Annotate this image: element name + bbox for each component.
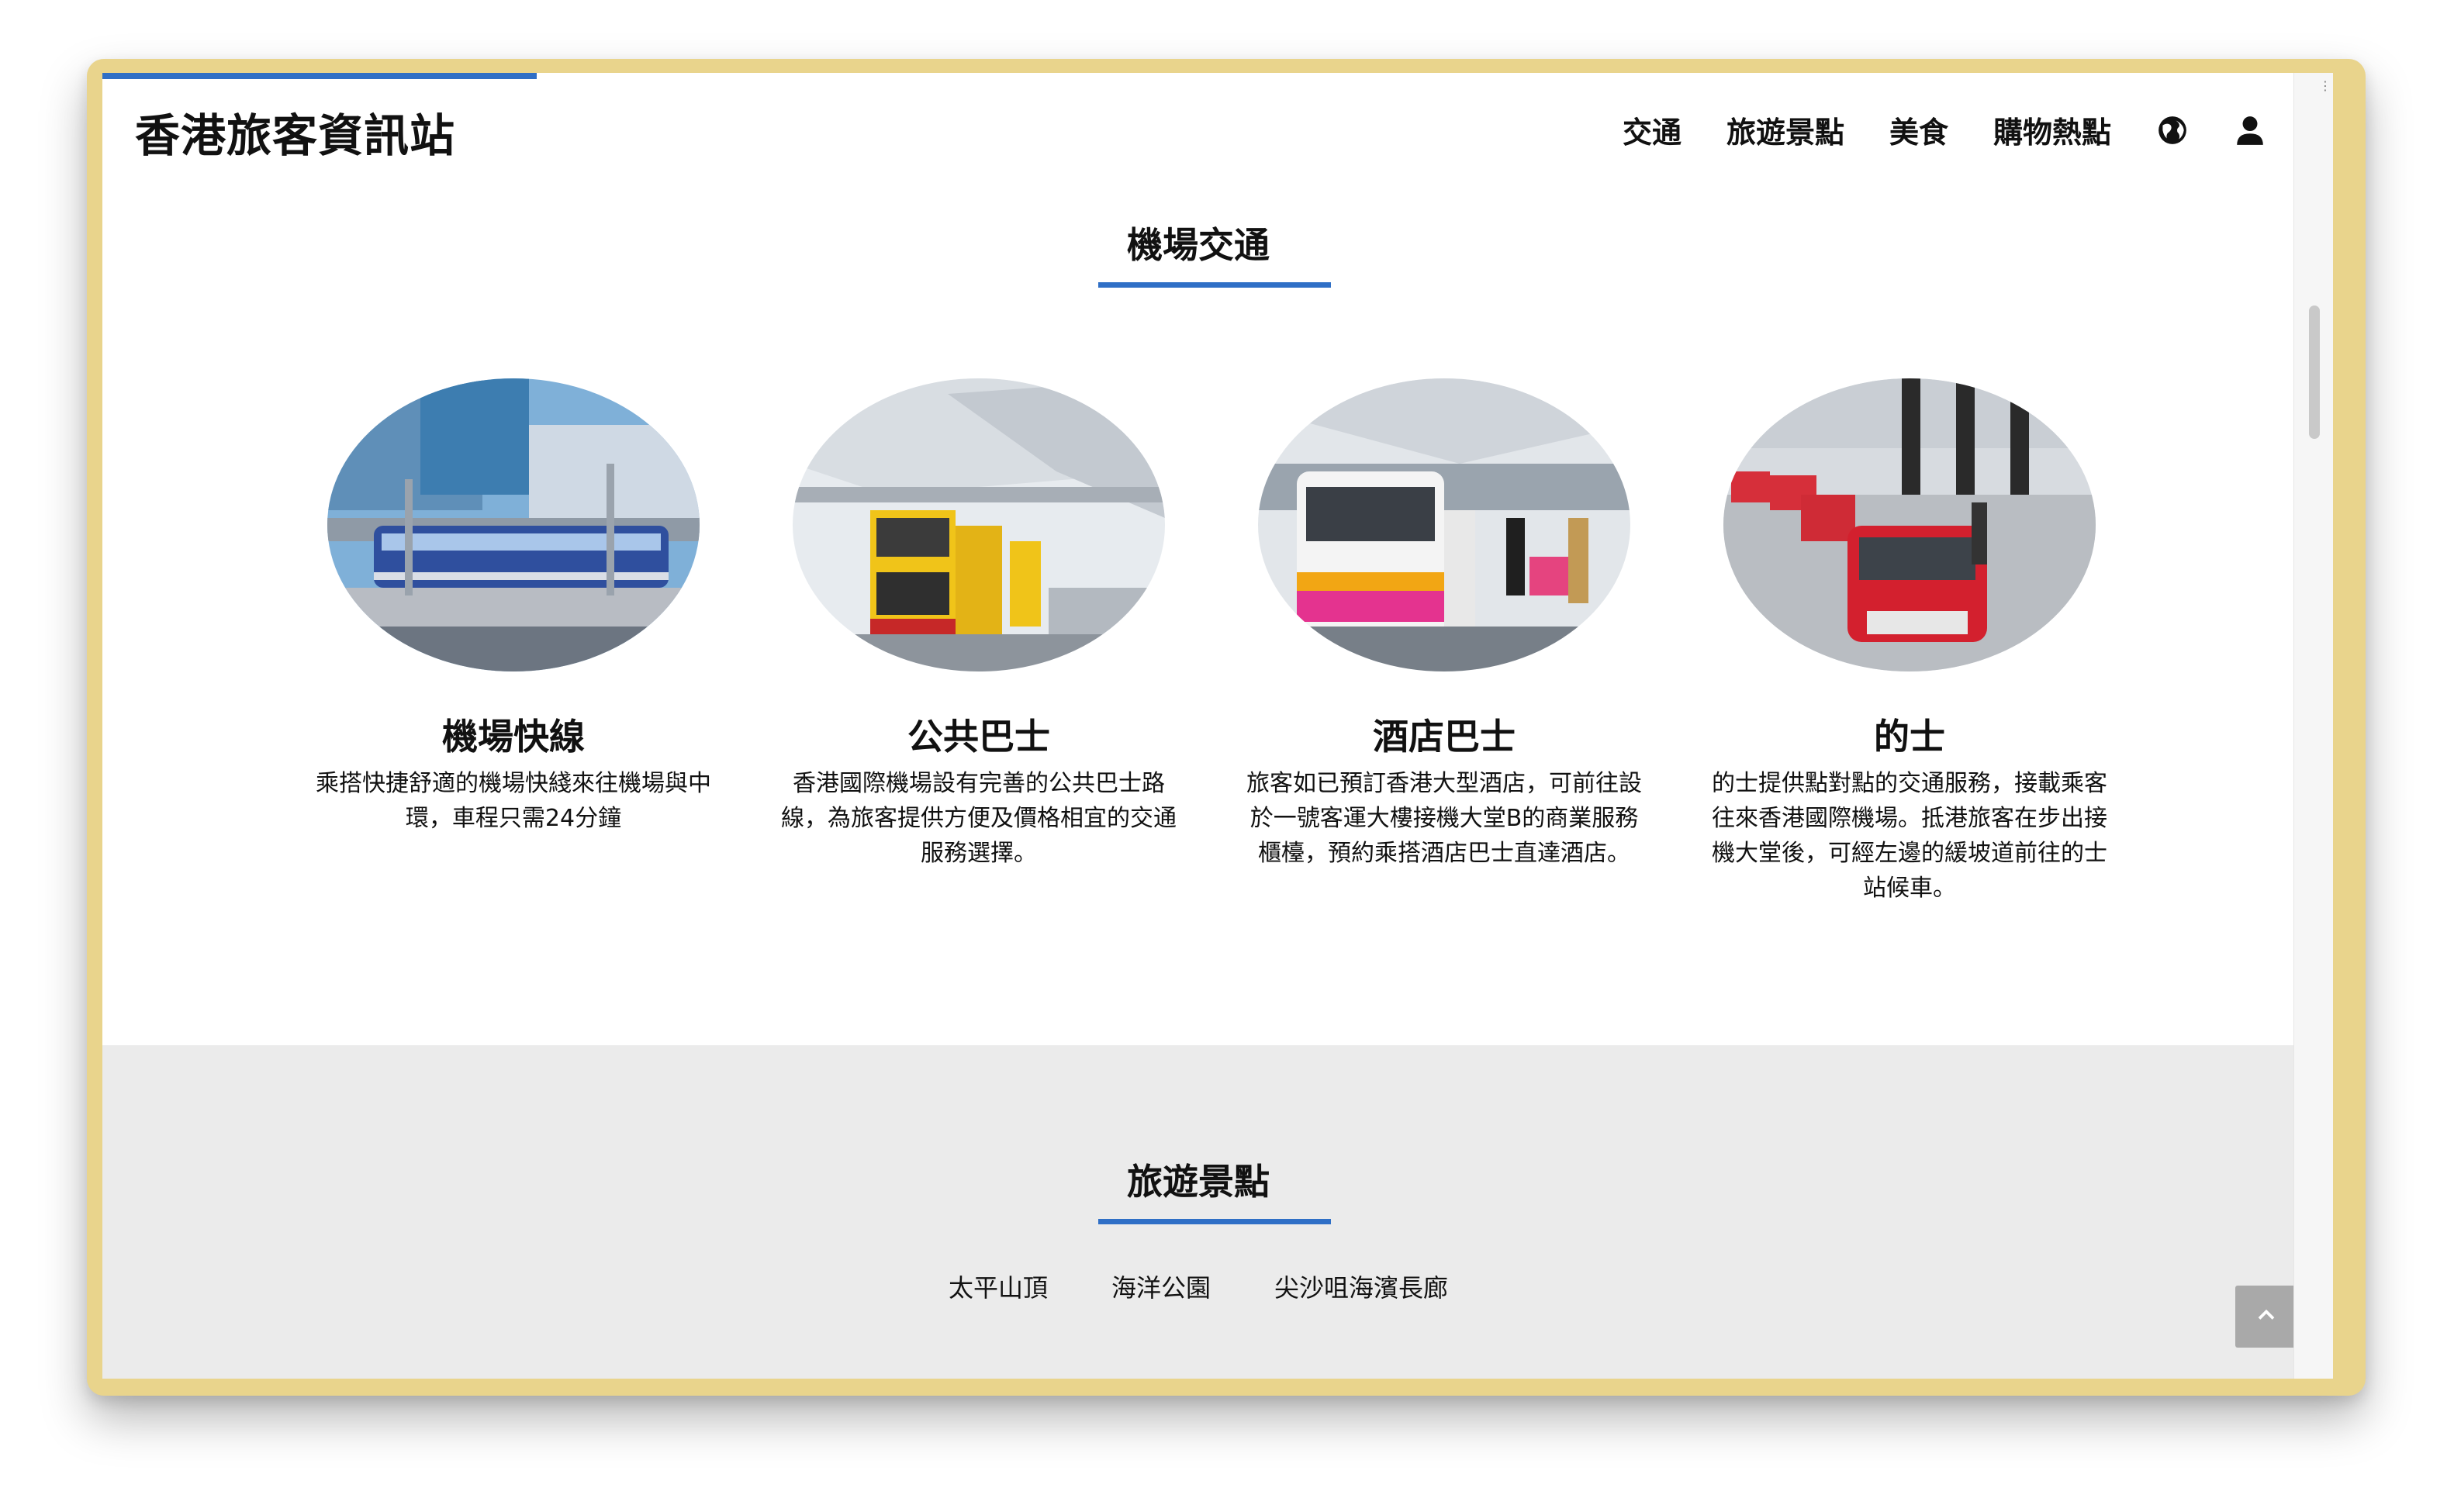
browser-window: 香港旅客資訊站 交通 旅遊景點 美食 購物熱點 機場交通 機場快線 乘搭快捷舒適…	[87, 59, 2366, 1396]
grip-icon: ⋮	[2319, 78, 2331, 93]
card-airport-express[interactable]: 機場快線 乘搭快捷舒適的機場快綫來往機場與中環，車程只需24分鐘	[312, 378, 715, 836]
page-scrollbar[interactable]: ⋮	[2293, 73, 2333, 1379]
airport-express-photo	[327, 378, 700, 671]
nav-shopping[interactable]: 購物熱點	[1993, 109, 2111, 151]
airport-title-underline	[1098, 282, 1331, 288]
hotel-bus-photo	[1258, 378, 1630, 671]
card-title: 酒店巴士	[1373, 716, 1516, 758]
card-title: 的士	[1874, 716, 1945, 758]
nav-transport[interactable]: 交通	[1623, 109, 1682, 151]
attractions-tabs: 太平山頂 海洋公園 尖沙咀海濱長廊	[102, 1269, 2294, 1304]
attractions-section	[102, 1045, 2294, 1379]
site-title[interactable]: 香港旅客資訊站	[135, 99, 455, 164]
tab-the-peak[interactable]: 太平山頂	[949, 1269, 1048, 1304]
card-title: 機場快線	[442, 716, 585, 758]
attractions-title-underline	[1098, 1219, 1331, 1224]
card-hotel-bus[interactable]: 酒店巴士 旅客如已預訂香港大型酒店，可前往設於一號客運大樓接機大堂B的商業服務櫃…	[1243, 378, 1646, 871]
card-text: 香港國際機場設有完善的公共巴士路線，為旅客提供方便及價格相宜的交通服務選擇。	[781, 770, 1177, 867]
globe-icon[interactable]	[2156, 114, 2189, 147]
card-text: 乘搭快捷舒適的機場快綫來往機場與中環，車程只需24分鐘	[316, 770, 711, 832]
scrollbar-thumb[interactable]	[2309, 306, 2320, 439]
attractions-section-title: 旅遊景點	[1127, 1161, 1270, 1203]
user-icon[interactable]	[2234, 114, 2266, 147]
taxi-photo	[1723, 378, 2096, 671]
tab-ocean-park[interactable]: 海洋公園	[1111, 1269, 1211, 1304]
card-title: 公共巴士	[907, 716, 1050, 758]
nav-food[interactable]: 美食	[1889, 109, 1948, 151]
page: 香港旅客資訊站 交通 旅遊景點 美食 購物熱點 機場交通 機場快線 乘搭快捷舒適…	[102, 73, 2333, 1379]
card-text: 旅客如已預訂香港大型酒店，可前往設於一號客運大樓接機大堂B的商業服務櫃檯，預約乘…	[1246, 770, 1642, 867]
back-to-top-button[interactable]	[2235, 1286, 2297, 1348]
main-nav: 交通 旅遊景點 美食 購物熱點	[1623, 109, 2266, 151]
public-bus-photo	[793, 378, 1165, 671]
airport-section-title: 機場交通	[1127, 224, 1270, 266]
airport-cards: 機場快線 乘搭快捷舒適的機場快綫來往機場與中環，車程只需24分鐘 公共巴士 香港…	[312, 378, 2173, 921]
card-public-bus[interactable]: 公共巴士 香港國際機場設有完善的公共巴士路線，為旅客提供方便及價格相宜的交通服務…	[777, 378, 1180, 871]
tab-tst-promenade[interactable]: 尖沙咀海濱長廊	[1274, 1269, 1448, 1304]
card-taxi[interactable]: 的士 的士提供點對點的交通服務，接載乘客往來香港國際機場。抵港旅客在步出接機大堂…	[1708, 378, 2111, 906]
site-header: 香港旅客資訊站 交通 旅遊景點 美食 購物熱點	[102, 73, 2294, 197]
nav-attractions[interactable]: 旅遊景點	[1726, 109, 1844, 151]
chevron-up-icon	[2255, 1303, 2278, 1330]
card-text: 的士提供點對點的交通服務，接載乘客往來香港國際機場。抵港旅客在步出接機大堂後，可…	[1712, 770, 2107, 902]
